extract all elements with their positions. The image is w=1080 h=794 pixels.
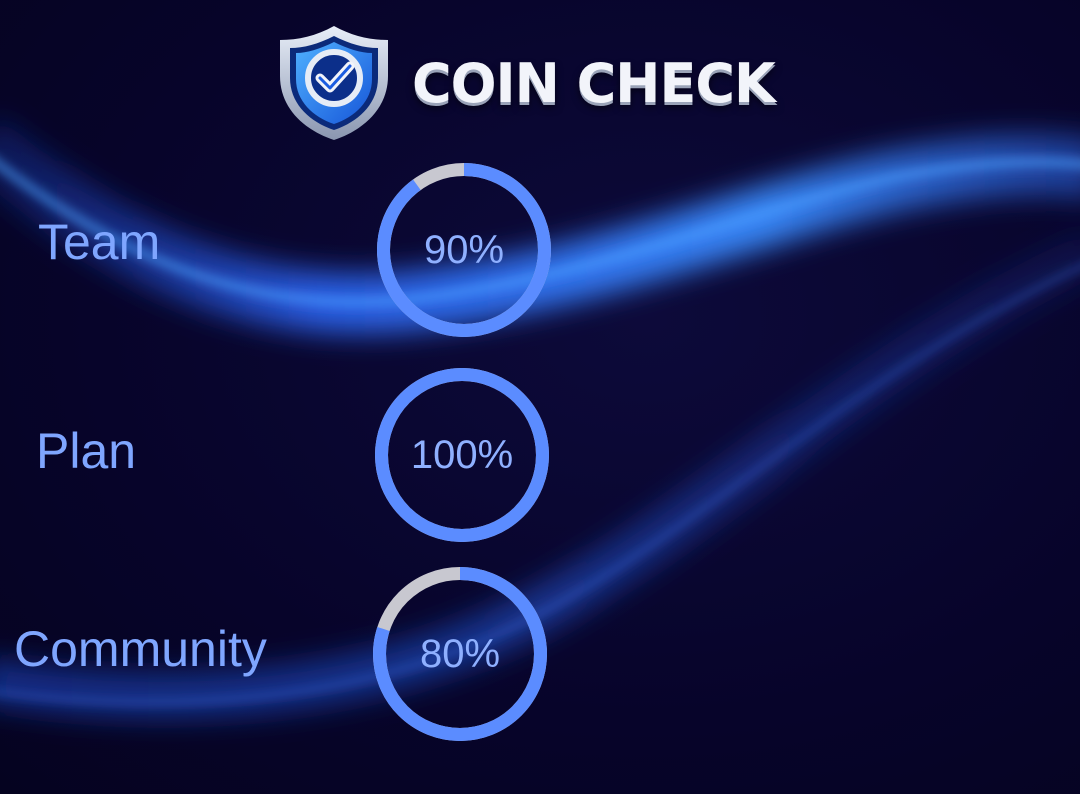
metric-label-plan: Plan: [36, 423, 137, 479]
progress-ring-team: 90%: [377, 163, 551, 337]
shield-check-icon: [272, 22, 396, 144]
brand-header: COIN CHECK: [272, 22, 776, 144]
progress-value-team: 90%: [423, 227, 505, 272]
app-title: COIN CHECK: [412, 51, 776, 115]
metric-label-team: Team: [38, 214, 161, 270]
progress-value-plan: 100%: [410, 432, 514, 477]
app-screen: COIN CHECK Team Plan Community 90% 100% …: [0, 0, 1080, 794]
progress-ring-community: 80%: [373, 567, 547, 741]
metric-label-community: Community: [14, 621, 267, 677]
progress-ring-plan: 100%: [375, 368, 549, 542]
progress-value-community: 80%: [419, 631, 501, 676]
